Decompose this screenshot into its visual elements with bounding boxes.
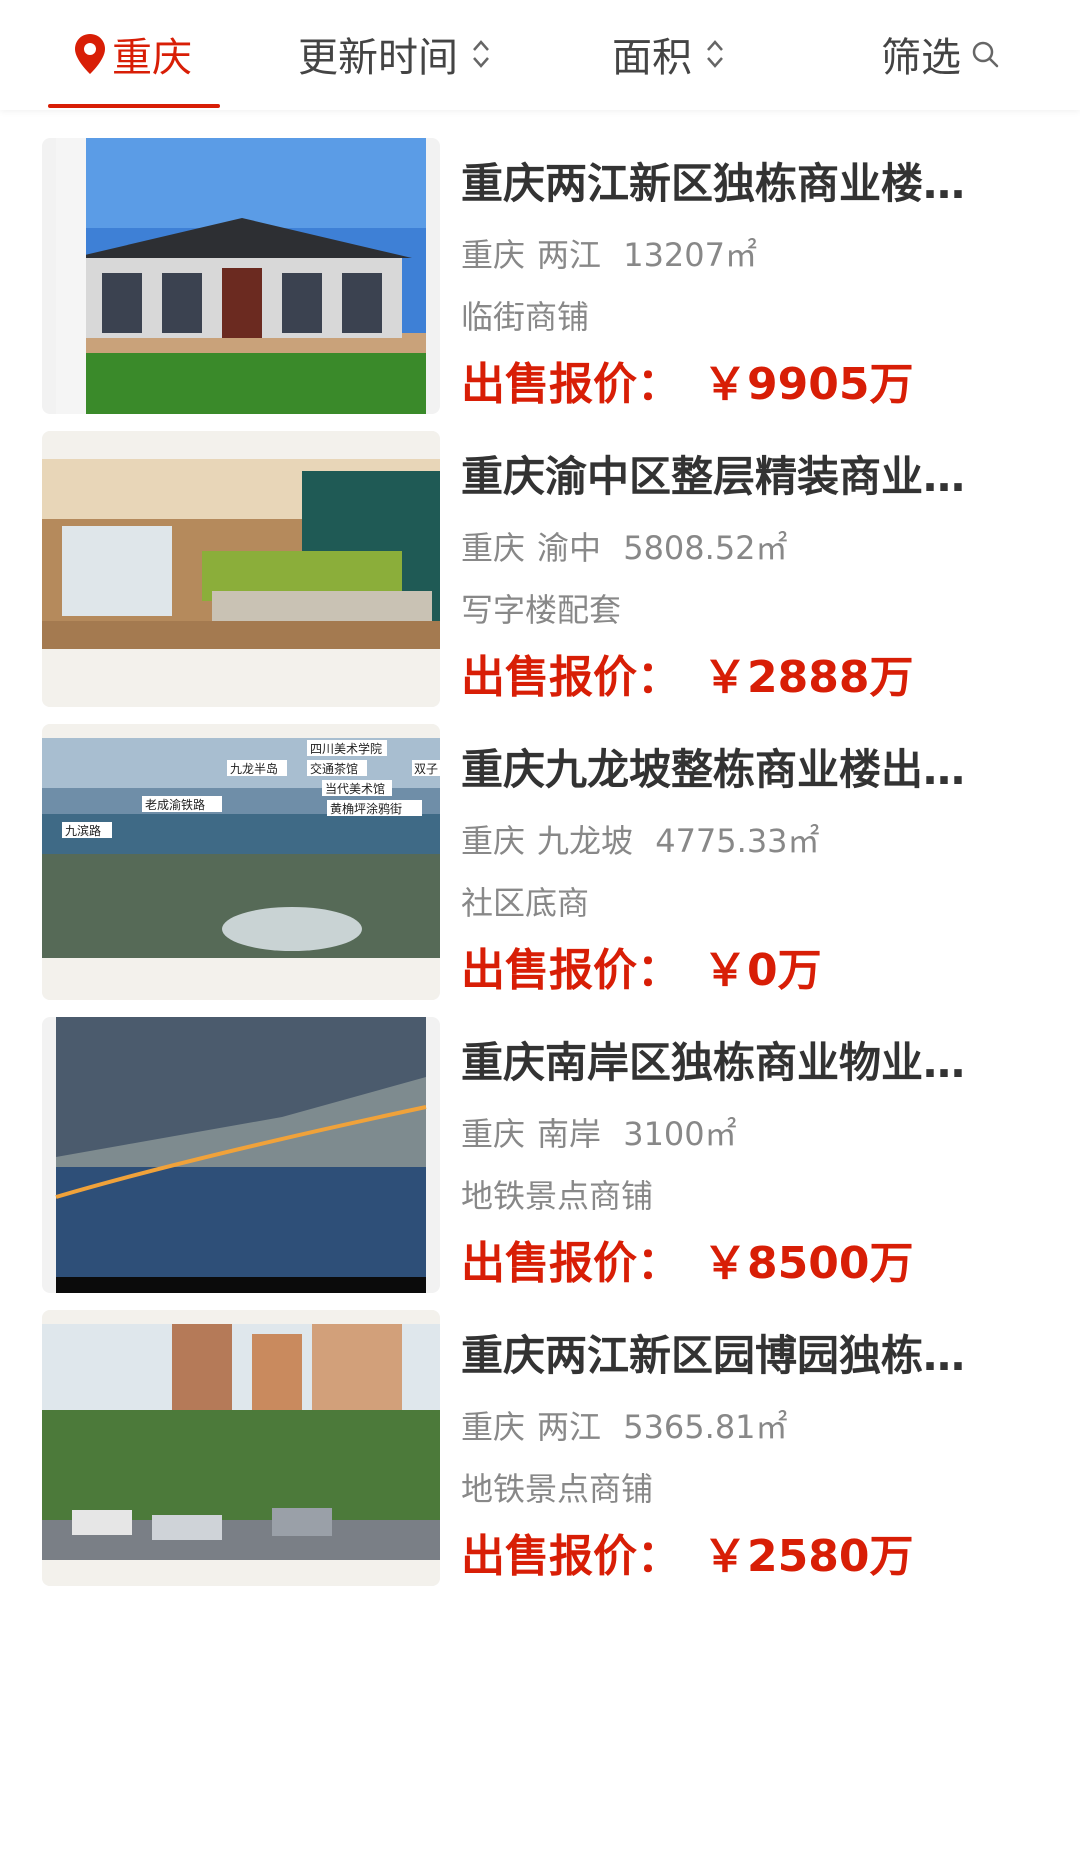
listing-meta: 重庆 九龙坡 4775.33㎡	[461, 821, 820, 861]
listing-city: 重庆	[461, 822, 526, 860]
listing-tag: 地铁景点商铺	[461, 1470, 654, 1508]
price-amount: ￥0万	[703, 945, 822, 996]
listing-title: 重庆两江新区园博园独栋…	[461, 1331, 966, 1380]
filter-label: 筛选	[881, 35, 961, 81]
listing-area: 3100㎡	[623, 1115, 737, 1153]
location-pin-icon	[75, 34, 105, 74]
listing-district: 渝中	[537, 529, 602, 567]
filter-bar: 重庆 更新时间 面积 筛选	[0, 0, 1080, 110]
filter-button[interactable]: 筛选	[881, 22, 999, 86]
listing-photo: 四川美术学院 九龙半岛 交通茶馆 双子 当代美术馆 老成渝铁路 黄桷坪涂鸦街 九…	[42, 724, 440, 1000]
listing-area: 5808.52㎡	[623, 529, 788, 567]
price-label: 出售报价：	[461, 945, 681, 996]
price-label: 出售报价：	[461, 1531, 681, 1582]
listing-item[interactable]: 重庆两江新区独栋商业楼… 重庆 两江 13207㎡ 临街商铺 出售报价： ￥9905…	[0, 112, 1080, 442]
map-label: 黄桷坪涂鸦街	[330, 801, 402, 816]
sort-time-label: 更新时间	[298, 35, 458, 81]
listing-tag: 社区底商	[461, 884, 590, 922]
price-amount: ￥2888万	[703, 652, 914, 703]
listing-area: 4775.33㎡	[655, 822, 820, 860]
listing-tag: 临街商铺	[461, 298, 590, 336]
map-label: 九滨路	[65, 823, 101, 838]
listing-photo	[42, 431, 440, 707]
listing-item[interactable]: 重庆南岸区独栋商业物业… 重庆 南岸 3100㎡ 地铁景点商铺 出售报价： ￥850…	[0, 991, 1080, 1321]
sort-updown-icon	[473, 40, 489, 68]
listing-meta: 重庆 南岸 3100㎡	[461, 1114, 737, 1154]
listing-city: 重庆	[461, 1408, 526, 1446]
listing-district: 九龙坡	[537, 822, 634, 860]
price-amount: ￥9905万	[703, 359, 914, 410]
listing-item[interactable]: 重庆渝中区整层精装商业… 重庆 渝中 5808.52㎡ 写字楼配套 出售报价： ￥2…	[0, 405, 1080, 735]
listing-price: 出售报价： ￥2580万	[461, 1529, 913, 1585]
sort-by-area[interactable]: 面积	[612, 22, 726, 86]
active-tab-indicator	[48, 104, 220, 108]
listing-photo	[42, 138, 440, 414]
price-label: 出售报价：	[461, 652, 681, 703]
listing-meta: 重庆 两江 13207㎡	[461, 235, 757, 275]
city-selector[interactable]: 重庆	[72, 22, 192, 86]
listing-item[interactable]: 四川美术学院 九龙半岛 交通茶馆 双子 当代美术馆 老成渝铁路 黄桷坪涂鸦街 九…	[0, 698, 1080, 1028]
map-label: 双子	[414, 762, 438, 776]
listing-title: 重庆两江新区独栋商业楼…	[461, 159, 966, 208]
price-label: 出售报价：	[461, 1238, 681, 1289]
listing-meta: 重庆 两江 5365.81㎡	[461, 1407, 788, 1447]
listing-title: 重庆渝中区整层精装商业…	[461, 452, 966, 501]
sort-area-label: 面积	[612, 35, 692, 81]
price-label: 出售报价：	[461, 359, 681, 410]
listing-photo	[42, 1017, 440, 1293]
listing-title: 重庆南岸区独栋商业物业…	[461, 1038, 966, 1087]
listing-photo	[42, 1310, 440, 1586]
listing-city: 重庆	[461, 1115, 526, 1153]
listing-district: 南岸	[537, 1115, 602, 1153]
map-label: 交通茶馆	[310, 761, 358, 776]
listing-meta: 重庆 渝中 5808.52㎡	[461, 528, 788, 568]
listing-district: 两江	[537, 236, 602, 274]
listing-city: 重庆	[461, 529, 526, 567]
sort-updown-icon	[707, 40, 723, 68]
map-label: 老成渝铁路	[145, 797, 205, 812]
listing-tag: 地铁景点商铺	[461, 1177, 654, 1215]
listing-area: 13207㎡	[623, 236, 758, 274]
map-label: 当代美术馆	[325, 781, 385, 796]
listing-area: 5365.81㎡	[623, 1408, 788, 1446]
listing-city: 重庆	[461, 236, 526, 274]
listing-item[interactable]: 重庆两江新区园博园独栋… 重庆 两江 5365.81㎡ 地铁景点商铺 出售报价： ￥…	[0, 1284, 1080, 1614]
listing-tag: 写字楼配套	[461, 591, 622, 629]
map-label: 九龙半岛	[230, 761, 278, 776]
price-amount: ￥2580万	[703, 1531, 914, 1582]
city-label: 重庆	[112, 35, 192, 81]
search-icon	[972, 41, 999, 68]
price-amount: ￥8500万	[703, 1238, 914, 1289]
map-label: 四川美术学院	[310, 741, 382, 756]
sort-by-update-time[interactable]: 更新时间	[298, 22, 492, 86]
listing-district: 两江	[537, 1408, 602, 1446]
listing-title: 重庆九龙坡整栋商业楼出…	[461, 745, 966, 794]
